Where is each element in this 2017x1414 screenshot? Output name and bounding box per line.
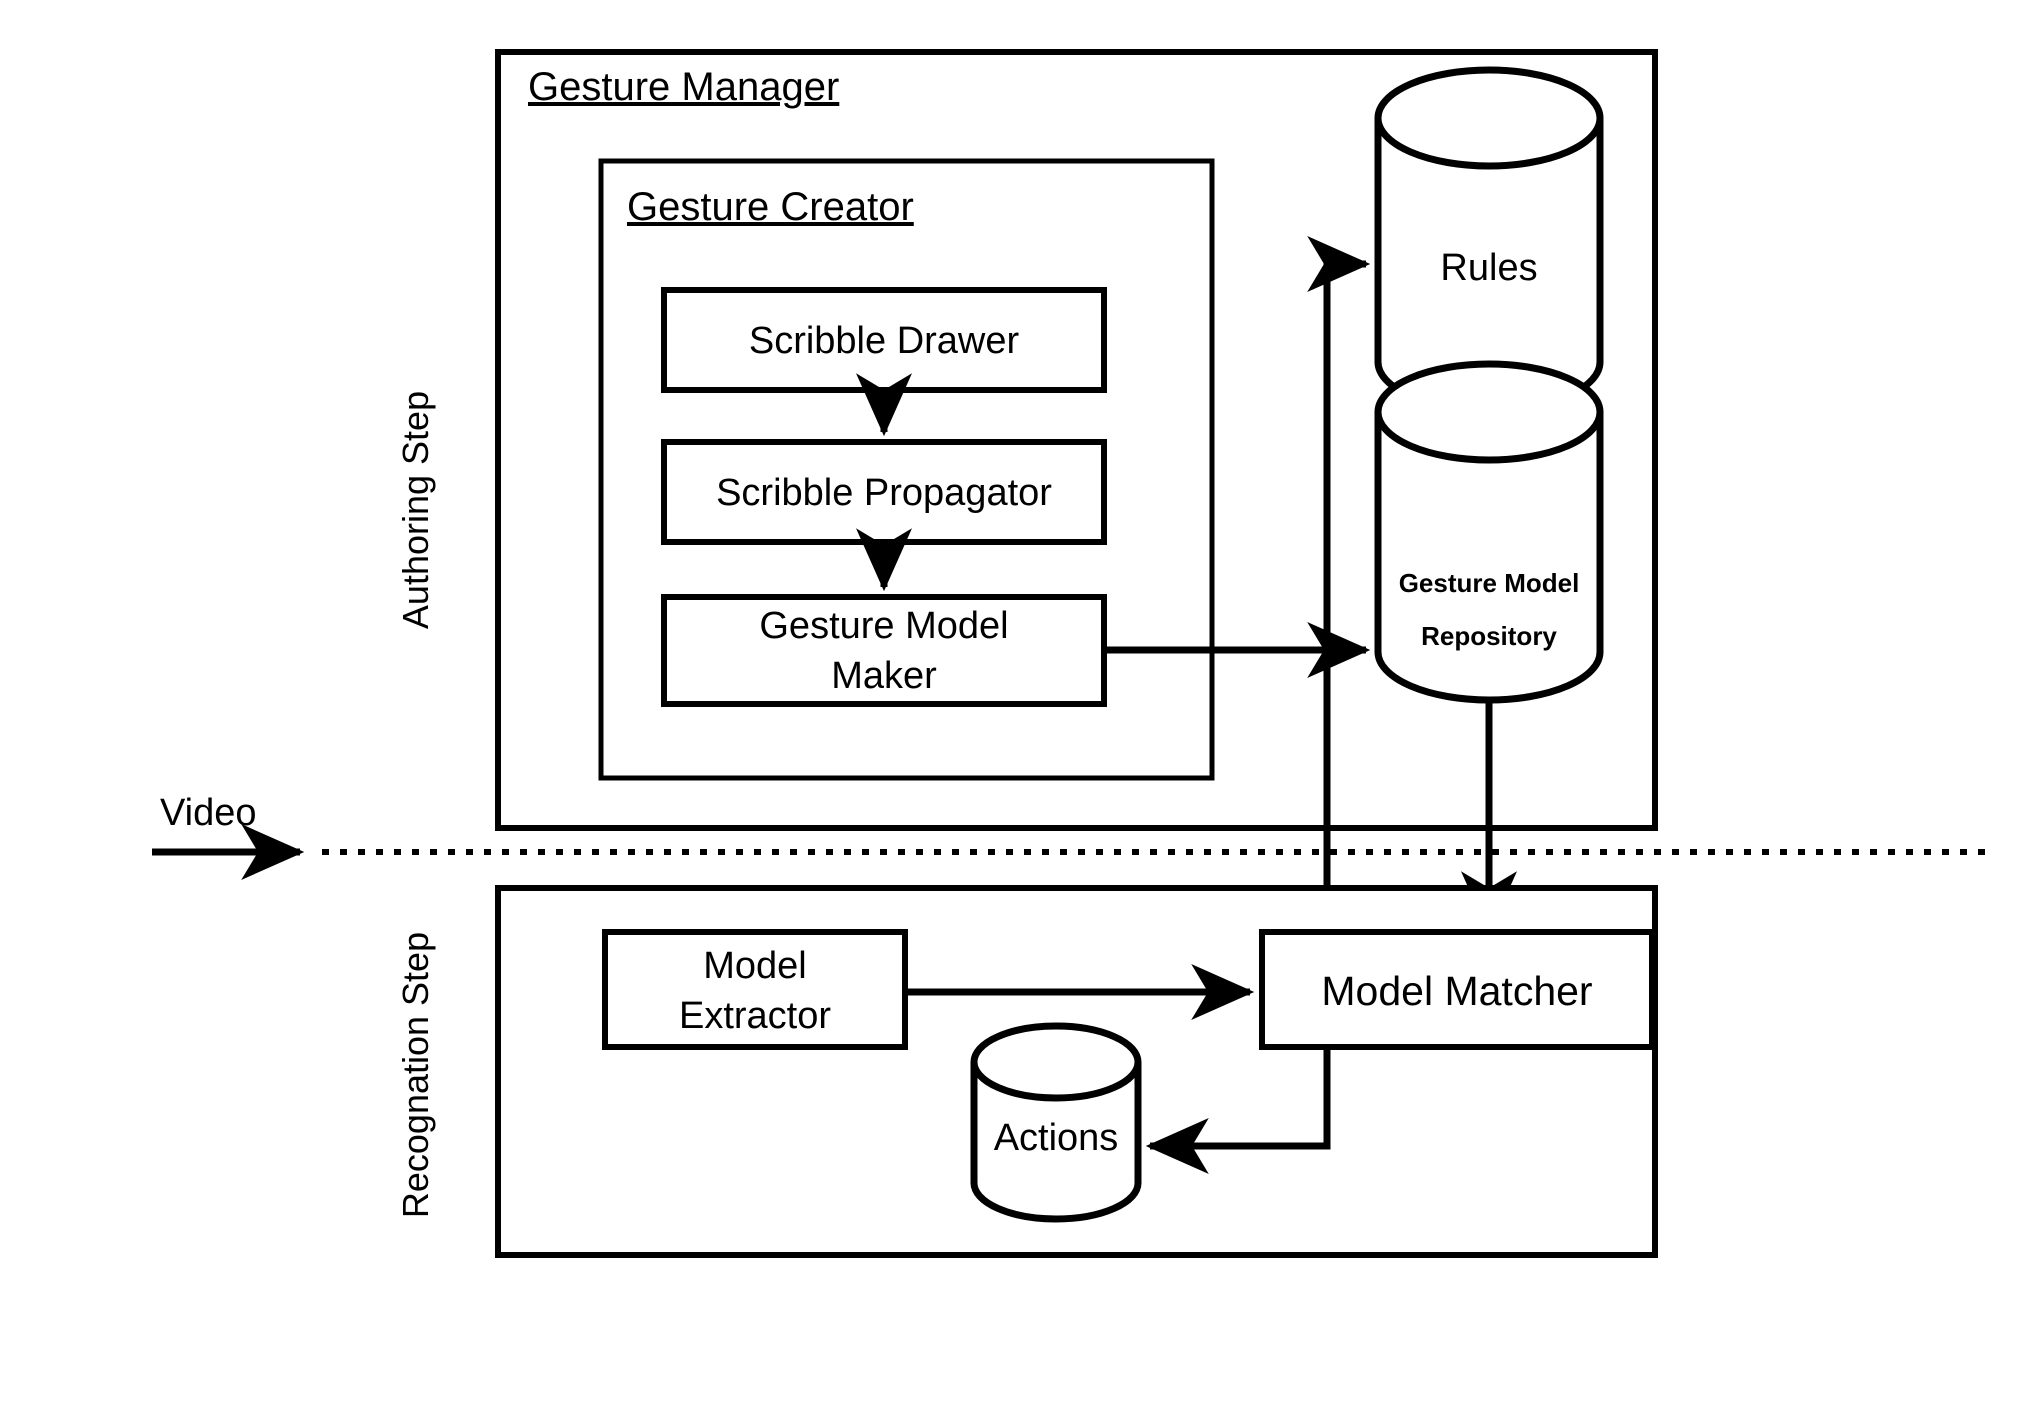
authoring-step-label: Authoring Step xyxy=(395,391,436,629)
gesture-model-repository-label-line2: Repository xyxy=(1421,621,1557,651)
actions-label: Actions xyxy=(994,1117,1119,1159)
diagram-canvas: Authoring Step Recognation Step Video Ge… xyxy=(0,0,2017,1414)
architecture-diagram: Authoring Step Recognation Step Video Ge… xyxy=(152,49,1990,1258)
gesture-model-repository-label-line1: Gesture Model xyxy=(1399,568,1580,598)
model-extractor-label-line2: Extractor xyxy=(679,995,831,1037)
gesture-creator-title: Gesture Creator xyxy=(627,185,914,229)
gesture-model-maker-label-line2: Maker xyxy=(831,655,937,697)
gesture-model-repository-cylinder-top xyxy=(1374,360,1604,464)
rules-cylinder-top xyxy=(1374,66,1604,170)
scribble-propagator-label: Scribble Propagator xyxy=(716,472,1052,514)
gesture-model-maker-label-line1: Gesture Model xyxy=(759,605,1008,647)
recognition-step-label: Recognation Step xyxy=(395,932,436,1218)
gesture-manager-title: Gesture Manager xyxy=(528,65,839,109)
actions-cylinder-top xyxy=(970,1022,1142,1102)
rules-label: Rules xyxy=(1440,247,1537,289)
model-matcher-label: Model Matcher xyxy=(1321,968,1592,1014)
video-label: Video xyxy=(160,792,257,834)
model-extractor-label-line1: Model xyxy=(703,945,807,987)
scribble-drawer-label: Scribble Drawer xyxy=(749,320,1020,362)
